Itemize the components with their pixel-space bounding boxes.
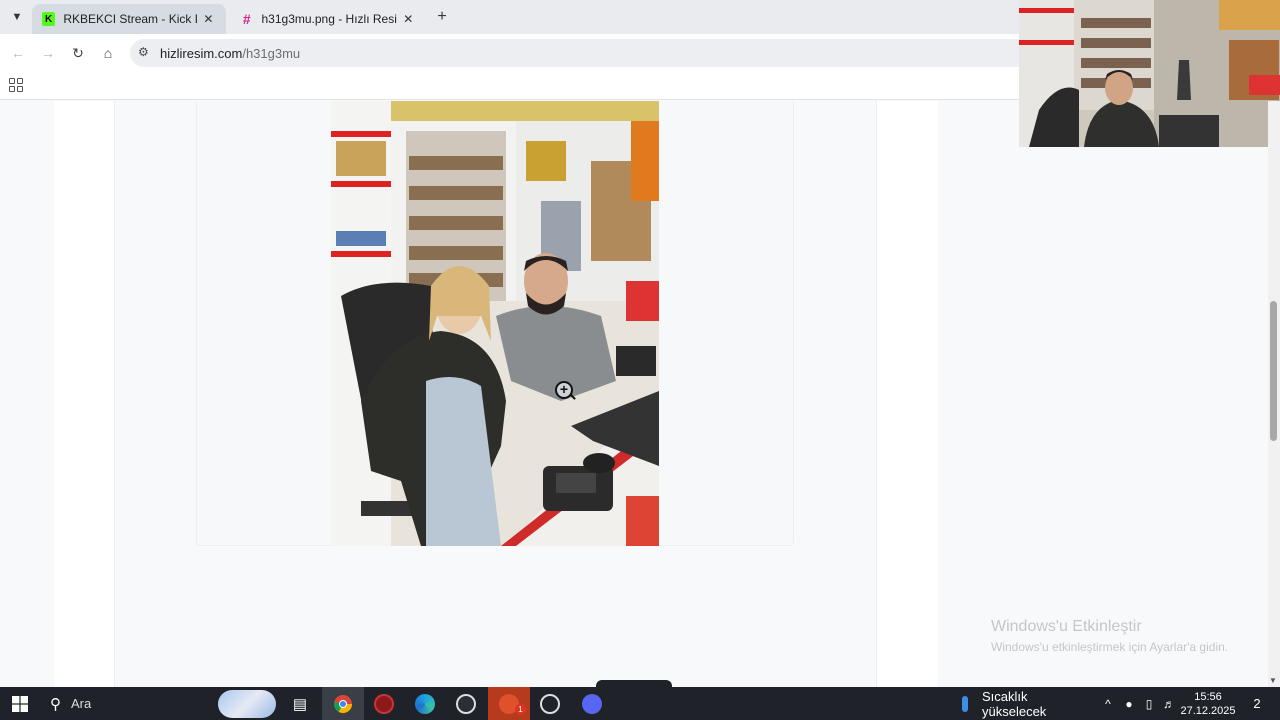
url-host: hizliresim.com bbox=[160, 46, 243, 61]
store-photo-illustration bbox=[331, 101, 659, 546]
left-column bbox=[54, 101, 115, 687]
app-red-taskbar-icon[interactable] bbox=[366, 687, 402, 720]
taskbar: ⚲ Ara ▤ 1 Sıcaklık yükselecek ^ ● ▯ ♬ 15… bbox=[0, 687, 1280, 720]
app-discord-taskbar-icon[interactable] bbox=[572, 687, 612, 720]
close-icon[interactable]: ✕ bbox=[401, 11, 416, 27]
kick-logo-icon: K bbox=[42, 12, 56, 26]
forward-arrow-icon[interactable]: → bbox=[38, 43, 58, 63]
chrome-taskbar-icon[interactable] bbox=[322, 687, 364, 720]
url-path: /h31g3mu bbox=[242, 46, 301, 61]
start-button[interactable] bbox=[0, 687, 40, 720]
uploaded-photo[interactable] bbox=[331, 101, 659, 546]
steam-like-app-icon bbox=[456, 693, 476, 714]
zoom-in-icon[interactable]: + bbox=[555, 381, 573, 399]
page-content: + bbox=[0, 101, 1280, 687]
windows-logo-icon bbox=[12, 695, 28, 712]
task-view-icon[interactable]: ▤ bbox=[286, 687, 314, 720]
notification-icon[interactable]: 2 bbox=[1242, 687, 1272, 720]
chrome-logo-icon bbox=[333, 694, 352, 713]
hizliresim-logo-icon: # bbox=[242, 11, 251, 27]
edge-taskbar-icon[interactable] bbox=[406, 687, 444, 720]
page-scrollbar[interactable]: ▼ bbox=[1268, 101, 1280, 687]
watermark-subtitle: Windows'u etkinleştirmek için Ayarlar'a … bbox=[991, 640, 1229, 654]
discord-logo-icon bbox=[582, 693, 602, 714]
app-orange-taskbar-icon[interactable]: 1 bbox=[488, 687, 530, 720]
search-label: Ara bbox=[71, 696, 92, 711]
back-arrow-icon[interactable]: ← bbox=[8, 43, 28, 63]
speaker-icon[interactable]: ♬ bbox=[1160, 687, 1178, 720]
clock-date: 27.12.2025 bbox=[1180, 704, 1236, 717]
app-clock-taskbar-icon[interactable] bbox=[532, 687, 568, 720]
url-text: hizliresim.com/h31g3mu bbox=[160, 46, 300, 61]
new-tab-button[interactable]: + bbox=[432, 7, 452, 27]
watermark-title: Windows'u Etkinleştir bbox=[991, 618, 1142, 635]
chevron-up-icon[interactable]: ^ bbox=[1098, 687, 1118, 720]
notification-badge: 1 bbox=[515, 704, 526, 715]
edge-logo-icon bbox=[415, 693, 435, 714]
scrollbar-thumb[interactable] bbox=[1270, 301, 1277, 441]
scroll-down-arrow-icon[interactable]: ▼ bbox=[1269, 676, 1277, 685]
tab-hizliresim[interactable]: # h31g3mu.png - Hızlı Resim ✕ bbox=[230, 4, 426, 34]
clock[interactable]: 15:56 27.12.2025 bbox=[1180, 687, 1236, 720]
close-icon[interactable]: ✕ bbox=[201, 11, 216, 27]
notification-count: 2 bbox=[1253, 696, 1261, 711]
app-steam-taskbar-icon[interactable] bbox=[448, 687, 484, 720]
windows-activation-watermark: Windows'u Etkinleştir Windows'u etkinleş… bbox=[991, 618, 1228, 654]
tab-title: RKBEKCI Stream - Kick Dashboa bbox=[63, 12, 196, 26]
dark-red-app-icon bbox=[374, 693, 394, 714]
microphone-icon[interactable]: ● bbox=[1120, 687, 1138, 720]
tab-kick-dashboard[interactable]: K RKBEKCI Stream - Kick Dashboa ✕ bbox=[32, 4, 226, 34]
tab-search-chevron-icon[interactable]: ▼ bbox=[8, 8, 26, 26]
home-icon[interactable]: ⌂ bbox=[98, 43, 118, 63]
tab-title: h31g3mu.png - Hızlı Resim bbox=[261, 12, 397, 26]
apps-grid-icon[interactable] bbox=[9, 78, 23, 92]
speedometer-app-icon bbox=[540, 693, 560, 714]
search-icon: ⚲ bbox=[50, 695, 61, 713]
site-settings-icon[interactable]: ⚙ bbox=[138, 45, 149, 59]
battery-icon[interactable]: ▯ bbox=[1140, 687, 1158, 720]
search-highlight-icon bbox=[218, 689, 276, 718]
right-column bbox=[877, 101, 938, 687]
taskbar-search[interactable]: ⚲ Ara bbox=[40, 687, 280, 720]
address-bar[interactable]: ⚙ hizliresim.com/h31g3mu bbox=[130, 39, 1030, 67]
webcam-feed-illustration bbox=[1019, 0, 1280, 147]
thermometer-icon bbox=[955, 687, 975, 720]
webcam-overlay bbox=[1019, 0, 1280, 147]
reload-icon[interactable]: ↻ bbox=[68, 43, 88, 63]
weather-text[interactable]: Sıcaklık yükselecek bbox=[982, 687, 1092, 720]
clock-time: 15:56 bbox=[1194, 690, 1222, 703]
